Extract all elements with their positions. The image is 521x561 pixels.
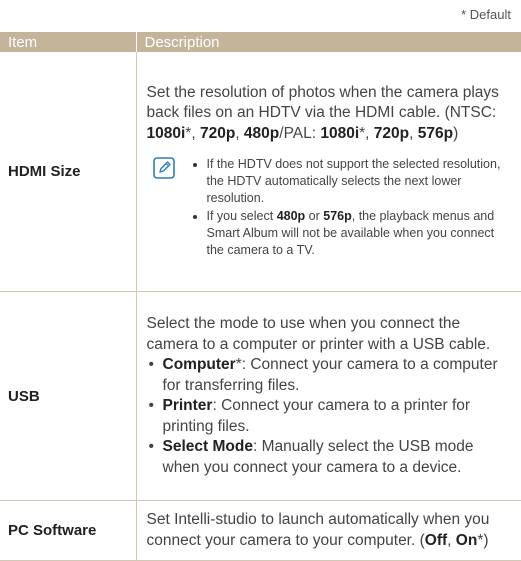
header-description: Description (136, 32, 521, 52)
usb-intro: Select the mode to use when you connect … (146, 315, 491, 353)
list-item: Select Mode: Manually select the USB mod… (147, 437, 512, 478)
row-description-usb: Select the mode to use when you connect … (136, 291, 521, 501)
list-item: Computer*: Connect your camera to a comp… (147, 355, 512, 396)
table-header-row: Item Description (0, 32, 521, 52)
default-footnote: * Default (461, 7, 511, 22)
note-item: If you select 480p or 576p, the playback… (207, 208, 512, 259)
note-pencil-icon (152, 157, 175, 180)
table-row-hdmi-size: HDMI Size Set the resolution of photos w… (0, 52, 521, 292)
row-label-usb: USB (0, 291, 137, 501)
row-label-hdmi-size: HDMI Size (0, 52, 137, 292)
note-item: If the HDTV does not support the selecte… (207, 156, 512, 207)
settings-table: Item Description HDMI Size Set the resol… (0, 32, 521, 561)
table-row-usb: USB Select the mode to use when you conn… (0, 291, 521, 501)
row-description-hdmi-size: Set the resolution of photos when the ca… (136, 52, 521, 292)
row-description-pc-software: Set Intelli-studio to launch automatical… (136, 500, 521, 561)
header-item: Item (0, 32, 137, 52)
hdmi-description-text: Set the resolution of photos when the ca… (146, 83, 499, 142)
row-label-pc-software: PC Software (0, 500, 137, 561)
table-row-pc-software: PC Software Set Intelli-studio to launch… (0, 500, 521, 561)
hdmi-note: If the HDTV does not support the selecte… (147, 156, 512, 259)
list-item: Printer: Connect your camera to a printe… (147, 396, 512, 437)
